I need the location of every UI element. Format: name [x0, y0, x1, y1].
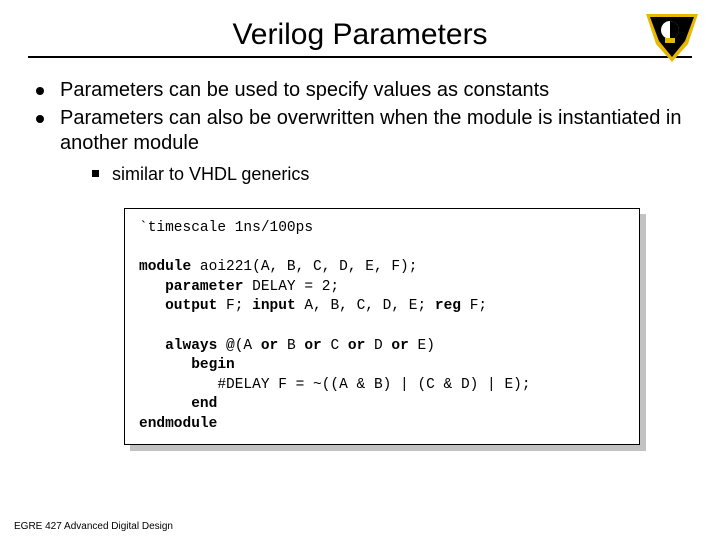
code-text: F; [217, 298, 252, 314]
code-text: C [322, 338, 348, 354]
code-kw: or [261, 338, 278, 354]
code-kw: reg [435, 298, 461, 314]
code-kw: module [139, 259, 191, 275]
slide-title: Verilog Parameters [28, 18, 692, 52]
code-line: `timescale 1ns/100ps [139, 220, 313, 236]
code-kw: end [139, 396, 217, 412]
sub-bullet-item: similar to VHDL generics [88, 163, 692, 186]
code-kw: begin [139, 357, 235, 373]
vcu-logo [646, 14, 698, 62]
code-text: D [365, 338, 391, 354]
bullet-item: Parameters can also be overwritten when … [32, 106, 692, 187]
code-text: A, B, C, D, E; [296, 298, 435, 314]
code-box: `timescale 1ns/100ps module aoi221(A, B,… [124, 208, 640, 445]
footer-text: EGRE 427 Advanced Digital Design [14, 521, 173, 532]
code-text: B [278, 338, 304, 354]
code-text: DELAY = 2; [243, 279, 339, 295]
code-text: E) [409, 338, 435, 354]
sub-bullet-list: similar to VHDL generics [60, 163, 692, 186]
code-kw: output [139, 298, 217, 314]
code-block: `timescale 1ns/100ps module aoi221(A, B,… [124, 208, 640, 445]
title-divider [28, 56, 692, 58]
code-text: aoi221(A, B, C, D, E, F); [191, 259, 417, 275]
code-kw: input [252, 298, 296, 314]
bullet-item: Parameters can be used to specify values… [32, 78, 692, 104]
code-line: #DELAY F = ~((A & B) | (C & D) | E); [139, 377, 531, 393]
code-kw: or [391, 338, 408, 354]
bullet-text: Parameters can also be overwritten when … [60, 107, 681, 155]
bullet-list: Parameters can be used to specify values… [28, 78, 692, 186]
code-kw: endmodule [139, 416, 217, 432]
code-text: F; [461, 298, 487, 314]
code-kw: or [304, 338, 321, 354]
code-kw: or [348, 338, 365, 354]
code-kw: parameter [139, 279, 243, 295]
title-row: Verilog Parameters [28, 18, 692, 52]
code-kw: always [139, 338, 217, 354]
slide: Verilog Parameters Parameters can be use… [0, 0, 720, 540]
code-text: @(A [217, 338, 261, 354]
